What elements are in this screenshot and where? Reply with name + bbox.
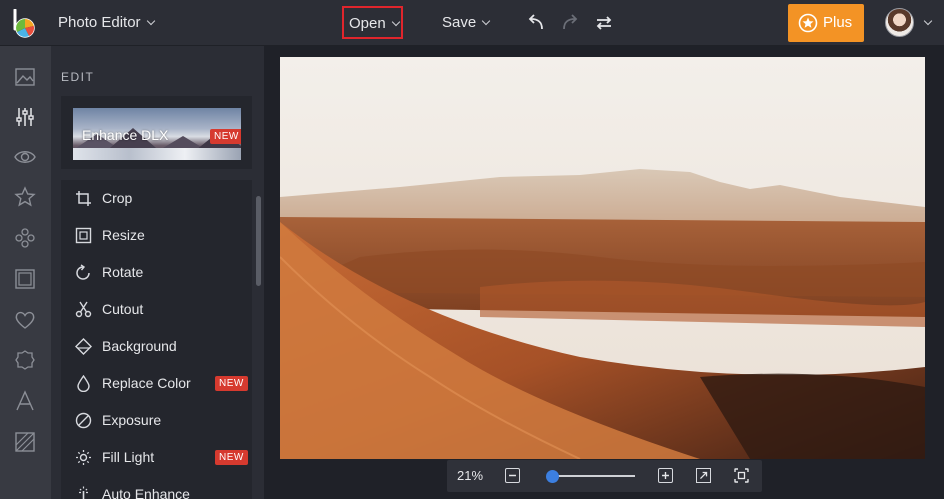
enhance-dlx-card[interactable]: Enhance DLX NEW [61,96,252,169]
star-badge-icon [798,13,818,33]
tool-cutout[interactable]: Cutout [61,291,252,328]
tool-crop[interactable]: Crop [61,180,252,217]
scissors-icon [75,301,92,318]
enhance-dlx-label: Enhance DLX [82,127,169,143]
zoom-slider-handle[interactable] [546,470,559,483]
left-nav [0,46,51,499]
tool-label: Exposure [102,412,162,428]
tool-exposure[interactable]: Exposure [61,402,252,439]
star-icon[interactable] [14,186,36,208]
tool-fill-light[interactable]: Fill Light NEW [61,439,252,476]
zoom-slider-track[interactable] [547,475,635,477]
tool-replace-color[interactable]: Replace Color NEW [61,365,252,402]
zoom-level: 21% [457,468,484,483]
rotate-icon [76,264,90,280]
new-badge: NEW [210,129,241,144]
crop-icon [76,191,91,206]
repeat-icon[interactable] [594,12,614,32]
desert-photo[interactable] [280,57,925,459]
tool-label: Background [102,338,177,354]
zoom-bar: 21% [447,460,762,492]
resize-icon [75,227,92,244]
panel-heading: EDIT [61,70,95,84]
enhance-dlx-thumbnail: Enhance DLX NEW [73,108,241,160]
tool-label: Rotate [102,264,144,280]
undo-icon[interactable] [526,12,546,32]
app-title: Photo Editor [58,14,141,31]
save-button[interactable]: Save [442,14,491,31]
chevron-down-icon [391,17,400,27]
background-icon [75,338,92,355]
tool-background[interactable]: Background [61,328,252,365]
tools-list: Crop Resize Rotate Cutout Background Replace … [61,180,252,499]
tool-label: Resize [102,227,145,243]
chevron-down-icon[interactable] [923,16,933,26]
zoom-out-icon[interactable] [505,468,520,483]
sliders-icon[interactable] [14,106,36,128]
new-badge: NEW [215,450,248,465]
fit-screen-icon[interactable] [734,468,749,483]
zoom-in-icon[interactable] [658,468,673,483]
fit-expand-icon[interactable] [696,468,711,483]
sun-icon [76,450,91,465]
tool-auto-enhance[interactable]: Auto Enhance [61,476,252,499]
plus-label: Plus [823,14,853,31]
new-badge: NEW [215,376,248,391]
chevron-down-icon [481,16,491,26]
heart-icon[interactable] [14,309,36,331]
open-label: Open [349,15,386,32]
tool-resize[interactable]: Resize [61,217,252,254]
tool-rotate[interactable]: Rotate [61,254,252,291]
plus-upgrade-button[interactable]: Plus [788,4,864,42]
top-bar: Photo Editor Open Save Plus [0,0,944,46]
image-icon[interactable] [14,66,36,88]
save-label: Save [442,14,477,31]
exposure-icon [75,412,92,429]
eye-icon[interactable] [14,146,36,168]
open-button[interactable]: Open [342,6,403,39]
panel-scrollbar[interactable] [256,196,261,286]
drop-icon [77,375,90,392]
befunky-logo-icon[interactable] [11,9,37,39]
avatar[interactable] [885,8,914,37]
texture-icon[interactable] [14,431,36,453]
app-title-dropdown[interactable]: Photo Editor [58,14,155,31]
tool-label: Cutout [102,301,144,317]
redo-icon[interactable] [560,12,580,32]
wand-icon [79,486,88,499]
flower-icon[interactable] [14,227,36,249]
text-icon[interactable] [14,390,36,412]
edit-panel: EDIT Enhance DLX NEW Crop Resize Rotate Cut… [51,46,264,499]
frame-icon[interactable] [14,268,36,290]
tool-label: Crop [102,190,133,206]
badge-icon[interactable] [14,349,36,371]
tool-label: Fill Light [102,449,155,465]
tool-label: Auto Enhance [102,486,190,499]
tool-label: Replace Color [102,375,191,391]
chevron-down-icon [146,16,155,26]
